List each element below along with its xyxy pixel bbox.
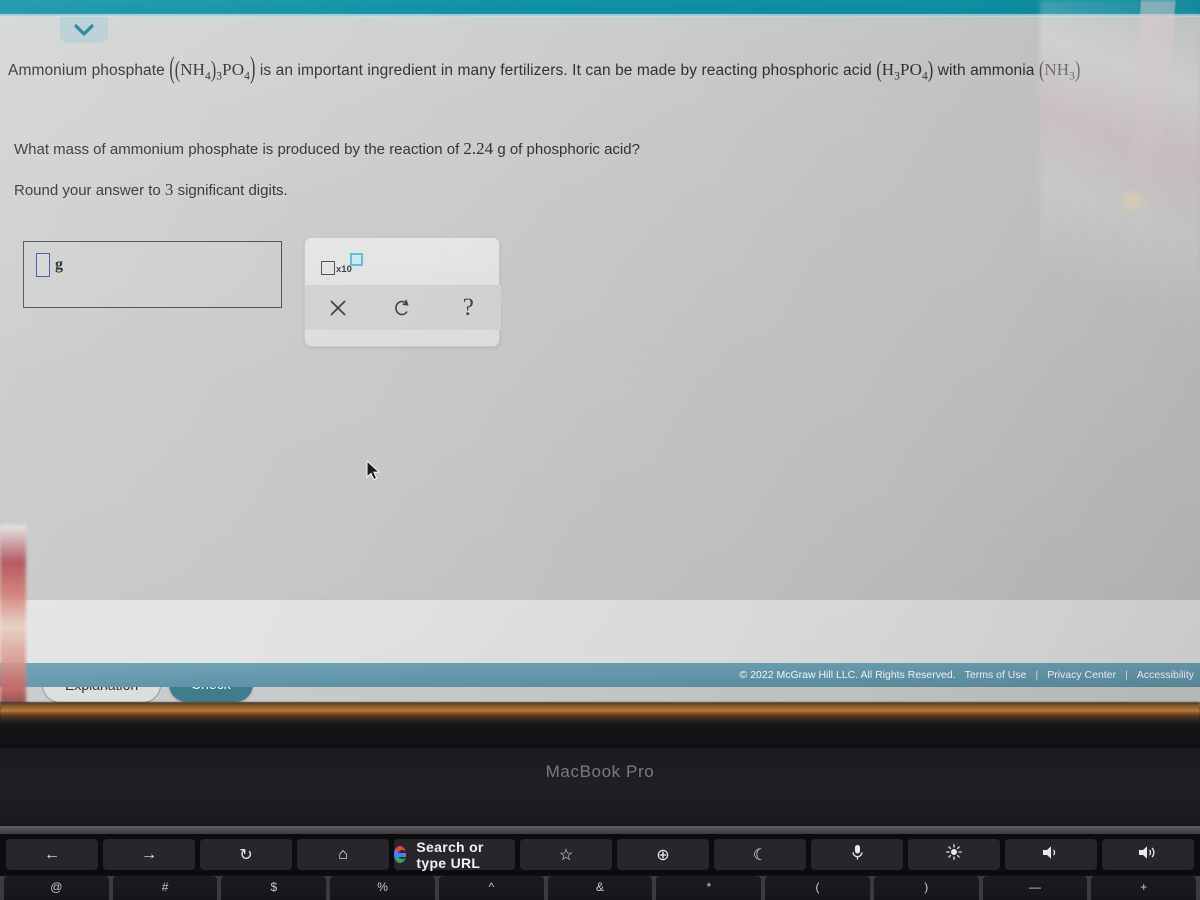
question-line-1-text-b: g of phosphoric acid?	[497, 141, 640, 158]
forward-icon: →	[141, 845, 157, 863]
back-button[interactable]: ←	[6, 839, 98, 870]
question-line-1-text-a: What mass of ammonium phosphate is produ…	[14, 141, 460, 158]
crescent-icon: ☾	[752, 846, 768, 864]
question-line-2: Round your answer to 3 significant digit…	[14, 180, 288, 200]
collapse-toolbar-tab[interactable]	[60, 17, 108, 43]
key-asterisk[interactable]: *	[656, 876, 762, 900]
privacy-center-link[interactable]: Privacy Center	[1047, 669, 1116, 681]
brightness-icon	[946, 844, 962, 865]
key-dash[interactable]: —	[982, 876, 1088, 900]
microphone-icon	[851, 844, 864, 866]
statement-part-1: Ammonium phosphate	[8, 62, 165, 79]
brightness-button[interactable]	[908, 839, 1000, 870]
mouse-cursor	[366, 459, 382, 487]
new-tab-plus-icon: ⊕	[656, 846, 670, 864]
keyboard-number-row: @ # $ % ^ & * ( ) — +	[0, 876, 1200, 900]
question-mass-value: 2.24	[463, 139, 494, 158]
formula-ammonia: (NH3)	[1038, 57, 1081, 83]
problem-statement: Ammonium phosphate ((NH4)3PO4) is an imp…	[8, 52, 1198, 86]
statement-part-2: is an important ingredient in many ferti…	[259, 62, 872, 79]
google-g-icon	[394, 846, 408, 863]
volume-down-icon	[1042, 845, 1061, 865]
bookmark-button[interactable]: ☆	[520, 839, 612, 870]
palette-button-bar: ?	[305, 285, 501, 330]
question-line-2-text-b: significant digits.	[177, 182, 288, 199]
question-line-1: What mass of ammonium phosphate is produ…	[14, 139, 640, 159]
key-ampersand[interactable]: &	[547, 876, 653, 900]
accessibility-link[interactable]: Accessibility	[1137, 669, 1194, 681]
volume-down-button[interactable]	[1005, 839, 1097, 870]
close-x-icon	[329, 299, 346, 316]
macbook-model-label: MacBook Pro	[545, 762, 655, 781]
touch-bar: ← → ↻ ⌂ Search or type URL ☆ ⊕ ☾	[0, 834, 1200, 875]
laptop-hinge	[0, 724, 1200, 750]
clear-button[interactable]	[316, 288, 360, 328]
answer-entry-box[interactable]: g	[23, 241, 282, 308]
x10-exponent-button[interactable]: x10	[321, 253, 363, 279]
home-button[interactable]: ⌂	[297, 839, 389, 870]
bookmark-star-icon: ☆	[558, 846, 574, 864]
volume-up-icon	[1138, 845, 1159, 865]
forward-button[interactable]: →	[103, 839, 195, 870]
math-tool-palette: x10 ?	[304, 237, 501, 347]
deck-edge-highlight	[0, 826, 1200, 834]
crescent-button[interactable]: ☾	[714, 839, 806, 870]
question-mark-icon: ?	[462, 293, 474, 321]
answer-unit-label: g	[55, 256, 63, 273]
home-icon: ⌂	[338, 845, 348, 863]
new-tab-button[interactable]: ⊕	[617, 839, 709, 870]
undo-arrow-icon	[395, 299, 409, 315]
key-dollar[interactable]: $	[221, 876, 327, 900]
laptop-screen: Ammonium phosphate ((NH4)3PO4) is an imp…	[0, 0, 1200, 706]
copyright-text: © 2022 McGraw Hill LLC. All Rights Reser…	[739, 669, 956, 681]
statement-part-3: with ammonia	[937, 62, 1035, 79]
formula-ammonium-phosphate: ((NH4)3PO4)	[169, 52, 256, 86]
help-button[interactable]: ?	[446, 288, 490, 328]
url-search-label: Search or type URL	[416, 838, 484, 871]
key-caret[interactable]: ^	[438, 876, 544, 900]
key-plus[interactable]: +	[1091, 876, 1197, 900]
undo-button[interactable]	[381, 288, 425, 328]
reload-button[interactable]: ↻	[200, 839, 292, 870]
key-percent[interactable]: %	[330, 876, 435, 900]
back-icon: ←	[44, 845, 60, 863]
question-line-2-text-a: Round your answer to	[14, 182, 161, 199]
url-search-field[interactable]: Search or type URL	[394, 838, 515, 871]
key-open-paren[interactable]: (	[765, 876, 870, 900]
footer-separator-1: |	[1035, 669, 1039, 681]
volume-up-button[interactable]	[1102, 839, 1194, 870]
reload-icon: ↻	[239, 846, 253, 864]
terms-of-use-link[interactable]: Terms of Use	[965, 669, 1027, 681]
formula-phosphoric-acid: (H3PO4)	[876, 57, 934, 83]
site-footer: © 2022 McGraw Hill LLC. All Rights Reser…	[0, 663, 1200, 687]
assignment-page: Ammonium phosphate ((NH4)3PO4) is an imp…	[0, 17, 1200, 703]
key-hash[interactable]: #	[112, 876, 218, 900]
mantissa-box-icon	[321, 261, 335, 275]
key-close-paren[interactable]: )	[873, 876, 979, 900]
microphone-button[interactable]	[811, 839, 903, 870]
question-sigfig-value: 3	[164, 180, 174, 199]
footer-separator-2: |	[1125, 669, 1128, 681]
chevron-down-icon	[73, 23, 95, 37]
action-bar	[0, 599, 1200, 663]
key-at[interactable]: @	[4, 876, 109, 900]
answer-input[interactable]	[36, 253, 50, 277]
photo-of-laptop-screen: Ammonium phosphate ((NH4)3PO4) is an imp…	[0, 0, 1200, 900]
exponent-box-icon	[350, 253, 363, 266]
